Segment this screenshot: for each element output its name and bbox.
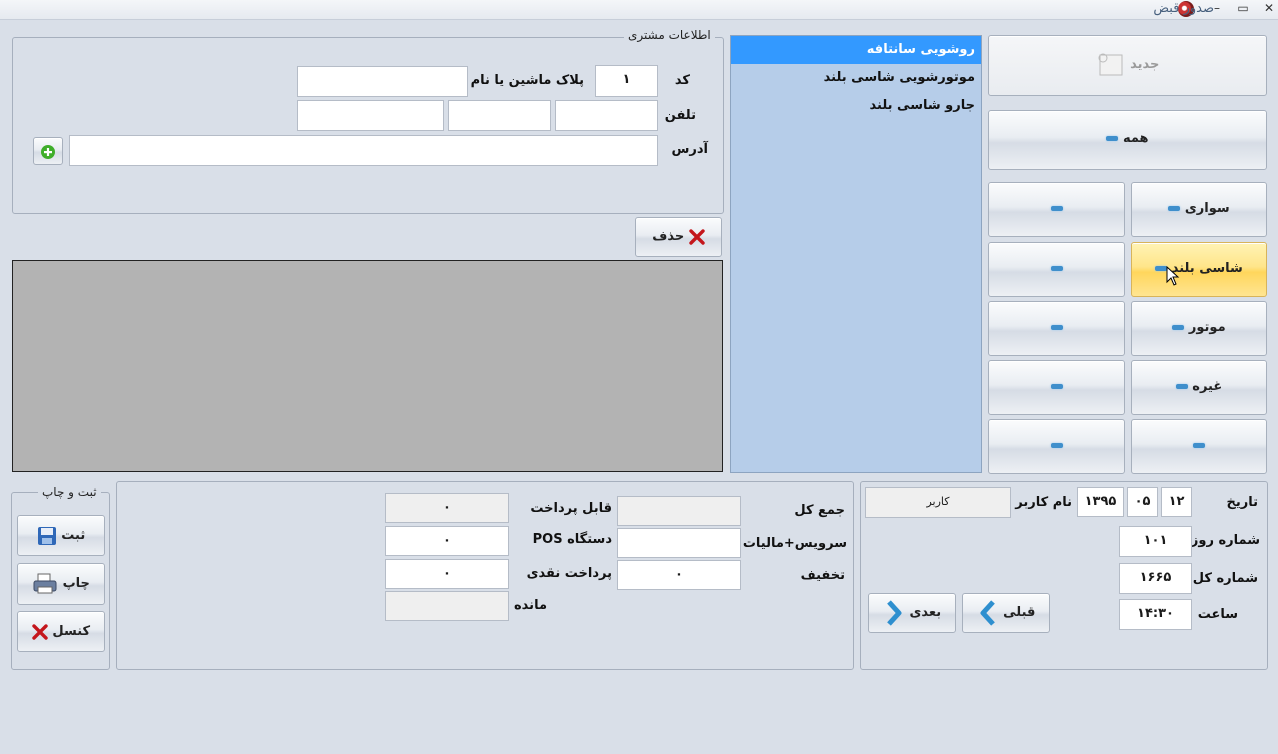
phone-input-1[interactable] [555,100,658,131]
day-number-field[interactable]: ۱۰۱ [1119,526,1192,557]
phone-input-3[interactable] [297,100,444,131]
pos-field[interactable]: ۰ [385,526,509,556]
plus-icon [41,145,55,159]
dash-icon [1050,266,1063,271]
dash-icon [1193,443,1205,448]
dash-icon [1050,384,1063,389]
dash-icon [1050,206,1063,211]
plate-input[interactable] [297,66,468,97]
chevron-left-icon [980,599,995,626]
plate-label: پلاک ماشین یا نام [470,73,584,88]
window-title: صدور قبض [1153,1,1214,16]
services-list[interactable]: روشویی سانتافه موتورشویی شاسی بلند جارو … [730,35,982,473]
category-suv-button[interactable]: شاسی بلند [1131,242,1267,297]
date-month-field[interactable]: ۰۵ [1127,487,1158,517]
total-number-field[interactable]: ۱۶۶۵ [1119,563,1192,594]
dash-icon [1168,206,1181,211]
service-tax-label: سرویس+مالیات [742,536,847,551]
time-label: ساعت [1197,607,1238,622]
minimize-button[interactable]: – [1206,0,1228,18]
code-label: کد [674,73,690,88]
category-empty-button[interactable] [1131,419,1267,474]
cash-label: پرداخت نقدی [526,566,612,581]
dash-icon [1050,325,1063,330]
day-number-label: شماره روز [1190,533,1260,548]
code-input[interactable]: ۱ [595,65,658,97]
payable-label: قابل پرداخت [530,501,612,516]
total-number-label: شماره کل [1192,571,1258,586]
category-slot-button[interactable] [988,242,1125,297]
cash-field[interactable]: ۰ [385,559,509,589]
category-motor-button[interactable]: موتور [1131,301,1267,356]
category-other-button[interactable]: غیره [1131,360,1267,415]
cancel-button[interactable]: کنسل [17,611,105,652]
category-slot-button[interactable] [988,301,1125,356]
total-label: جمع کل [794,503,845,518]
dash-icon [1175,384,1188,389]
register-print-legend: ثبت و چاپ [38,485,101,499]
service-item[interactable]: موتورشویی شاسی بلند [731,64,981,92]
new-document-icon [1098,53,1123,75]
category-slot-button[interactable] [988,182,1125,237]
user-label: نام کاربر [1015,495,1072,510]
add-address-button[interactable] [33,137,63,165]
service-item[interactable]: روشویی سانتافه [731,36,981,64]
service-item[interactable]: جارو شاسی بلند [731,92,981,120]
dash-icon [1172,325,1185,330]
date-day-field[interactable]: ۱۲ [1161,487,1192,517]
mouse-cursor-icon [1166,266,1180,286]
title-bar [0,0,1278,20]
phone-input-2[interactable] [448,100,551,131]
remain-field[interactable] [385,591,509,621]
all-label: همه [1122,131,1149,146]
dash-icon [1106,136,1119,141]
remain-label: مانده [514,598,547,613]
date-label: تاریخ [1226,495,1259,510]
new-label: جدید [1130,57,1160,72]
category-label: سواری [1184,201,1230,216]
category-label: موتور [1188,320,1226,335]
delete-label: حذف [652,229,685,244]
category-sedan-button[interactable]: سواری [1131,182,1267,237]
date-year-field[interactable]: ۱۳۹۵ [1077,487,1124,517]
cancel-x-icon [32,623,48,640]
all-categories-button[interactable]: همه [988,110,1267,170]
service-tax-field[interactable] [617,528,741,558]
time-field[interactable]: ۱۴:۳۰ [1119,599,1192,630]
save-button[interactable]: ثبت [17,515,105,556]
customer-info-legend: اطلاعات مشتری [624,28,715,42]
pos-label: دستگاه POS [532,532,612,547]
address-input[interactable] [69,135,658,166]
total-field[interactable] [617,496,741,526]
items-grid[interactable] [12,260,723,472]
category-label: شاسی بلند [1171,261,1243,276]
user-field[interactable]: کاربر [865,487,1011,518]
delete-x-icon [689,228,705,245]
print-label: چاپ [62,576,90,591]
category-slot-button[interactable] [988,419,1125,474]
save-label: ثبت [61,528,86,543]
cancel-label: کنسل [52,624,91,639]
discount-label: تخفیف [800,568,845,583]
category-label: غیره [1192,379,1223,394]
previous-label: قبلی [1003,605,1036,620]
printer-icon [33,573,57,593]
next-button[interactable]: بعدی [868,593,956,633]
payable-field[interactable]: ۰ [385,493,509,523]
print-button[interactable]: چاپ [17,563,105,605]
delete-button[interactable]: حذف [635,217,722,257]
close-button[interactable]: ✕ [1258,0,1278,18]
next-label: بعدی [909,605,942,620]
new-button[interactable]: جدید [988,35,1267,96]
chevron-right-icon [887,599,902,626]
phone-label: تلفن [664,108,696,123]
discount-field[interactable]: ۰ [617,560,741,590]
maximize-button[interactable]: ▭ [1232,0,1254,18]
address-label: آدرس [671,142,708,157]
save-disk-icon [37,526,56,545]
category-slot-button[interactable] [988,360,1125,415]
dash-icon [1050,443,1063,448]
previous-button[interactable]: قبلی [962,593,1050,633]
